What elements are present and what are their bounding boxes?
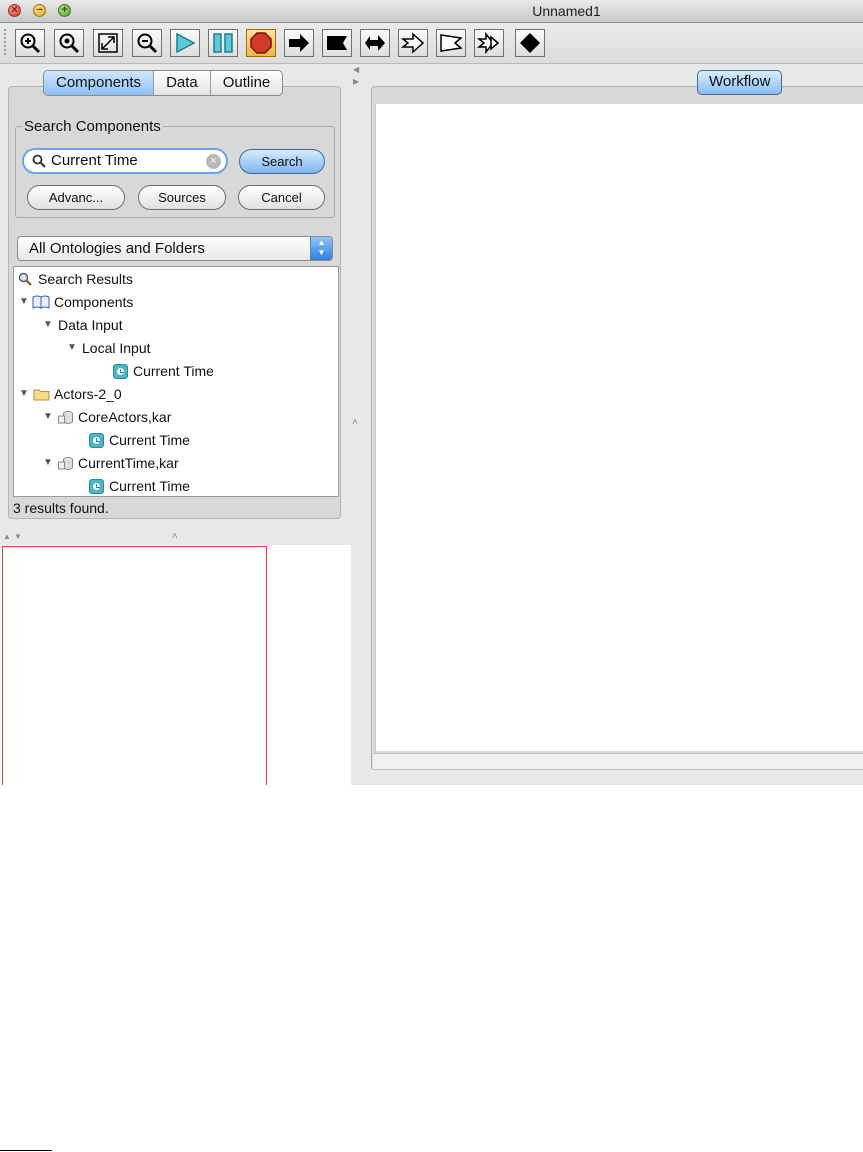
advanced-button[interactable]: Advanc... xyxy=(27,185,125,210)
book-icon xyxy=(32,294,50,310)
zoom-reset-icon xyxy=(59,33,80,54)
results-status: 3 results found. xyxy=(13,500,109,516)
toolbar-grip[interactable] xyxy=(4,29,12,55)
tree-item-label: Local Input xyxy=(82,340,151,356)
search-results-icon xyxy=(16,271,34,287)
toolbar xyxy=(0,23,863,64)
tree-item-currenttime-kar[interactable]: ▼ CurrentTime,kar xyxy=(40,452,179,474)
collapse-left-arrow-icon[interactable]: ◀ xyxy=(353,65,359,74)
splitter-up-icon[interactable]: ▲ xyxy=(3,532,11,541)
expanded-triangle-icon[interactable]: ▼ xyxy=(40,452,56,474)
clock-icon xyxy=(87,432,105,448)
tree-item-coreactors-kar[interactable]: ▼ CoreActors,kar xyxy=(40,406,171,428)
diamond-button[interactable] xyxy=(515,29,545,57)
outline-arrow-icon xyxy=(401,32,425,54)
cancel-button[interactable]: Cancel xyxy=(238,185,325,210)
zoom-out-icon xyxy=(137,33,158,54)
outline-double-arrow-icon xyxy=(477,32,500,54)
search-input[interactable]: Current Time × xyxy=(22,148,228,174)
stop-button[interactable] xyxy=(246,29,276,57)
expand-right-arrow-icon[interactable]: ▶ xyxy=(353,77,359,86)
tree-item-label: Current Time xyxy=(133,363,214,379)
sources-button[interactable]: Sources xyxy=(138,185,226,210)
expanded-triangle-icon[interactable]: ▼ xyxy=(40,314,56,336)
library-tabs: Components Data Outline xyxy=(43,70,284,96)
zoom-in-icon xyxy=(20,33,41,54)
zoom-in-button[interactable] xyxy=(15,29,45,57)
tree-item-label: CoreActors,kar xyxy=(78,409,172,425)
tree-item-current-time[interactable]: Current Time xyxy=(111,360,214,382)
zoom-reset-button[interactable] xyxy=(54,29,84,57)
tree-item-components[interactable]: ▼ Components xyxy=(16,291,133,313)
application-window: × − + Unnamed1 ◀ ▶ Components Data Outli… xyxy=(0,0,863,785)
tree-item-label: Components xyxy=(54,294,134,310)
folder-icon xyxy=(32,386,50,402)
archive-icon xyxy=(56,409,74,425)
workflow-canvas[interactable] xyxy=(375,104,863,751)
diamond-icon xyxy=(520,33,540,53)
expanded-triangle-icon[interactable]: ▼ xyxy=(16,291,32,313)
tree-item-label: Data Input xyxy=(58,317,123,333)
tree-item-search-results[interactable]: Search Results xyxy=(16,268,133,290)
horizontal-scrollbar[interactable] xyxy=(373,753,863,770)
tree-item-label: Actors-2_0 xyxy=(54,386,122,402)
tree-item-actors[interactable]: ▼ Actors-2_0 xyxy=(16,383,122,405)
search-group-label: Search Components xyxy=(22,118,163,135)
clock-icon xyxy=(111,363,129,379)
select-arrows-icon: ▲ ▼ xyxy=(310,237,332,260)
tree-item-label: CurrentTime,kar xyxy=(78,455,179,471)
tree-item-label: Search Results xyxy=(38,271,133,287)
overview-viewport-frame[interactable] xyxy=(2,546,267,785)
expanded-triangle-icon[interactable]: ▼ xyxy=(40,406,56,428)
expanded-triangle-icon[interactable]: ▼ xyxy=(64,337,80,359)
search-icon xyxy=(32,154,46,173)
ontology-select[interactable]: All Ontologies and Folders ▲ ▼ xyxy=(17,236,333,261)
archive-icon xyxy=(56,455,74,471)
arrow-right-icon xyxy=(289,34,309,52)
pause-button[interactable] xyxy=(208,29,238,57)
outline-flag-icon xyxy=(440,34,463,52)
window-title: Unnamed1 xyxy=(532,3,601,19)
ontology-select-value: All Ontologies and Folders xyxy=(29,240,205,257)
tab-outline[interactable]: Outline xyxy=(211,71,283,95)
tree-item-data-input[interactable]: ▼ Data Input xyxy=(40,314,123,336)
tab-components[interactable]: Components xyxy=(44,71,155,95)
fit-to-window-icon xyxy=(98,33,118,53)
tab-workflow[interactable]: Workflow xyxy=(697,70,783,95)
tree-item-current-time[interactable]: Current Time xyxy=(87,429,190,451)
pause-icon xyxy=(213,33,233,53)
arrow-double-icon xyxy=(365,35,385,51)
results-tree: Search Results ▼ Components ▼ Data Input… xyxy=(13,266,339,497)
search-button[interactable]: Search xyxy=(239,149,325,174)
tree-item-label: Current Time xyxy=(109,432,190,448)
expanded-triangle-icon[interactable]: ▼ xyxy=(16,383,32,405)
search-input-value: Current Time xyxy=(51,152,138,169)
tree-item-local-input[interactable]: ▼ Local Input xyxy=(64,337,151,359)
splitter-handle-icon[interactable]: ˄ xyxy=(172,531,178,542)
clock-icon xyxy=(87,478,105,494)
splitter-down-icon[interactable]: ▼ xyxy=(14,532,22,541)
flag-button[interactable] xyxy=(322,29,352,57)
run-button[interactable] xyxy=(170,29,200,57)
page-rule xyxy=(0,1150,52,1151)
run-icon xyxy=(176,32,196,54)
vertical-splitter-handle-icon[interactable]: ˄ xyxy=(352,417,358,428)
arrow-double-button[interactable] xyxy=(360,29,390,57)
zoom-out-button[interactable] xyxy=(132,29,162,57)
outline-double-arrow-button[interactable] xyxy=(474,29,504,57)
tab-data[interactable]: Data xyxy=(154,71,211,95)
tree-item-current-time[interactable]: Current Time xyxy=(87,475,190,496)
flag-icon xyxy=(327,36,347,50)
outline-flag-button[interactable] xyxy=(436,29,466,57)
title-bar: × − + Unnamed1 xyxy=(0,0,863,23)
tree-item-label: Current Time xyxy=(109,478,190,494)
stop-icon xyxy=(250,32,272,54)
clear-search-icon[interactable]: × xyxy=(206,154,221,169)
fit-to-window-button[interactable] xyxy=(93,29,123,57)
outline-arrow-button[interactable] xyxy=(398,29,428,57)
arrow-right-button[interactable] xyxy=(284,29,314,57)
